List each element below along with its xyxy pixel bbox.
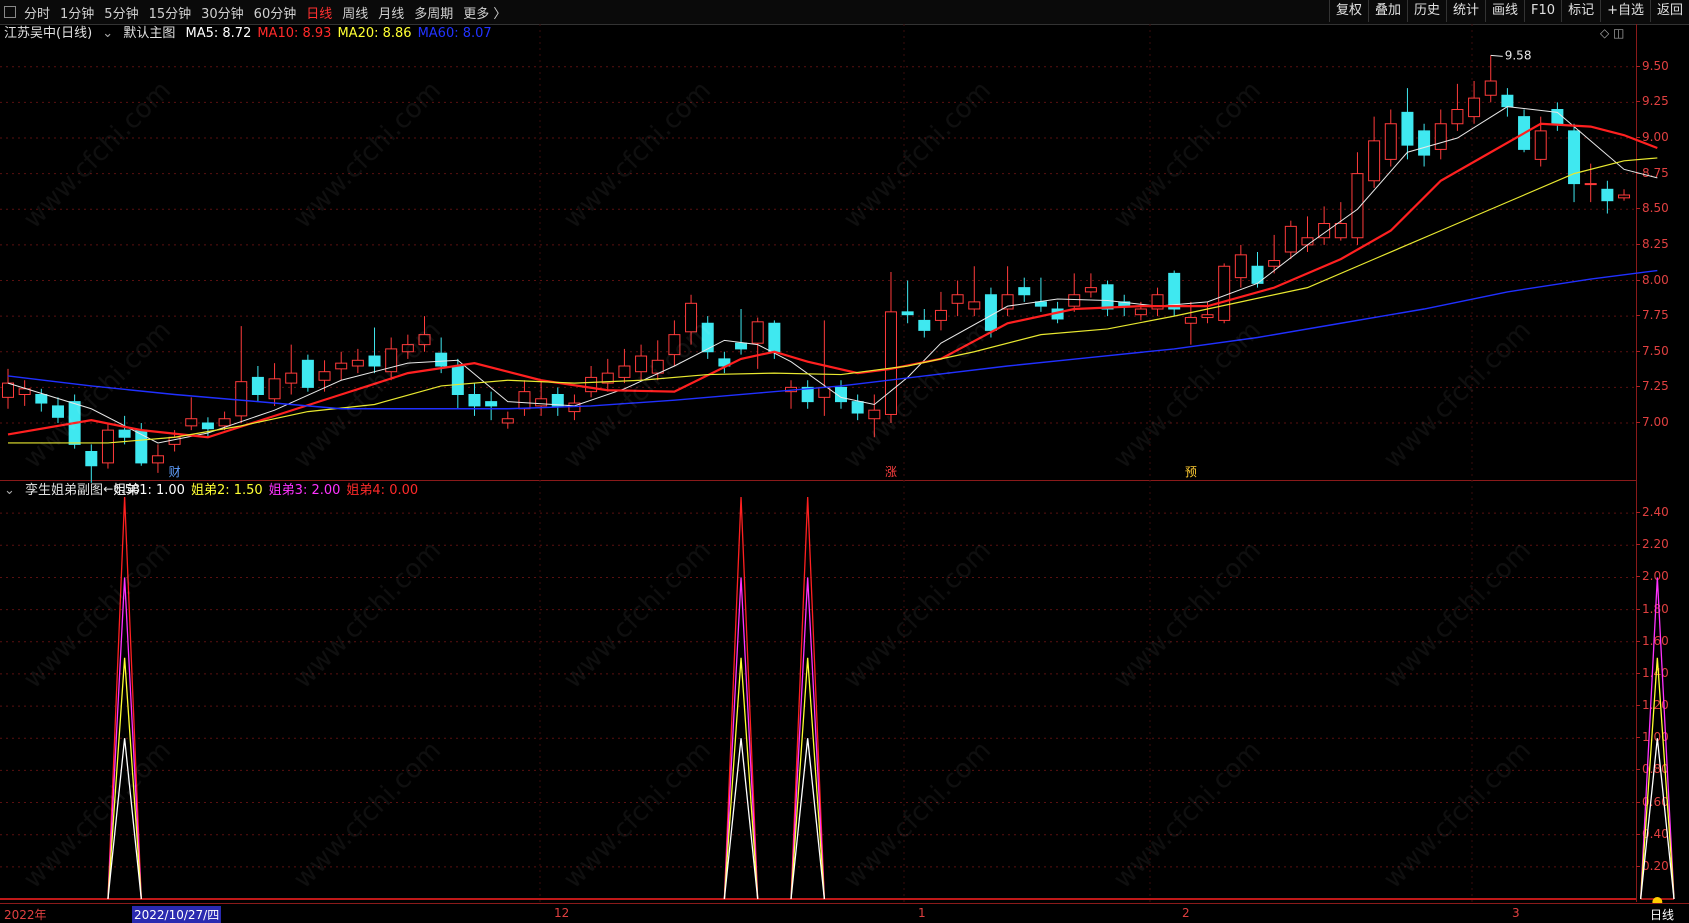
candle-body (635, 355, 648, 373)
pointer-arrow-icon (1490, 54, 1503, 57)
candle-body (368, 355, 381, 367)
candle-body (268, 378, 281, 400)
candle-body (1201, 314, 1214, 319)
candle-body (884, 311, 897, 415)
high-price-label: 9.58 (1505, 48, 1532, 62)
candle-body (518, 391, 531, 410)
candle-body (918, 319, 931, 331)
event-marker: 涨 (885, 464, 897, 479)
cursor-date-label: 2022/10/27/四 (132, 906, 222, 923)
candle-body (1601, 188, 1614, 202)
candle-body (1084, 287, 1097, 293)
candle-body (1101, 284, 1114, 310)
candle-body (968, 301, 981, 310)
candle-body (1268, 260, 1281, 267)
candle-body (1484, 80, 1497, 96)
candle-body (501, 418, 514, 424)
spike-line-jd4 (107, 497, 142, 900)
candle-body (668, 334, 681, 356)
candle-body (118, 429, 131, 438)
candle-body (1418, 130, 1431, 156)
candle-body (1468, 97, 1481, 118)
candle-body (435, 352, 448, 367)
ma-line-ma20 (8, 157, 1658, 444)
candle-body (685, 302, 698, 333)
date-axis: 2022年 2022/10/27/四 12 1 2 3 日线 (0, 903, 1689, 923)
candle-body (285, 372, 298, 384)
candle-body (901, 311, 914, 316)
candle-body (218, 418, 231, 427)
candle-body (1534, 130, 1547, 160)
date-label: 1 (918, 906, 926, 920)
candle-body (735, 342, 748, 350)
candle-body (1184, 317, 1197, 324)
spike-line-jd4 (790, 497, 825, 900)
candle-body (1168, 272, 1181, 310)
candle-body (934, 309, 947, 321)
candle-body (451, 365, 464, 395)
candle-body (751, 321, 764, 344)
candle-body (418, 334, 431, 346)
candle-body (535, 398, 548, 407)
event-marker: 预 (1185, 465, 1197, 479)
spike-line-jd2 (1640, 657, 1675, 900)
candle-body (318, 371, 331, 381)
candle-body (51, 405, 64, 418)
candle-body (468, 394, 481, 407)
candle-body (1334, 223, 1347, 239)
candle-body (101, 429, 114, 464)
date-label: 3 (1512, 906, 1520, 920)
candle-body (818, 386, 831, 398)
candle-body (401, 344, 414, 353)
low-price-label: ←6.58 (103, 482, 140, 496)
candle-body (1351, 173, 1364, 239)
candle-body (2, 382, 14, 398)
date-label: 2022年 (4, 908, 47, 922)
candle-body (851, 401, 864, 414)
candle-body (868, 409, 881, 420)
candle-body (135, 429, 148, 464)
candle-body (1301, 237, 1314, 246)
candle-body (1001, 294, 1014, 310)
candle-body (1284, 225, 1297, 253)
candle-body (1501, 94, 1514, 108)
candle-body (1401, 111, 1414, 146)
candle-body (618, 365, 631, 378)
candle-body (1234, 254, 1247, 279)
candle-body (651, 359, 664, 374)
candle-body (1368, 140, 1381, 182)
spike-line-jd4 (723, 497, 759, 900)
event-marker: 财 (169, 465, 181, 479)
candle-body (1068, 294, 1081, 307)
candle-body (485, 401, 498, 407)
candle-body (151, 455, 164, 464)
candle-body (235, 381, 248, 417)
candle-body (1134, 308, 1147, 316)
chart-canvas: 9.58 ←6.58 财 涨 预 (0, 24, 1675, 907)
candle-body (201, 422, 214, 430)
date-label: 12 (554, 906, 570, 920)
candle-body (1034, 301, 1047, 307)
candle-body (1618, 194, 1631, 199)
candle-body (1018, 287, 1031, 296)
candle-body (335, 362, 348, 370)
candle-body (1384, 123, 1397, 160)
date-label: 2 (1182, 906, 1190, 920)
candle-body (1584, 183, 1597, 186)
candle-body (35, 394, 48, 404)
candle-body (185, 418, 198, 427)
candle-body (251, 376, 264, 395)
candle-body (984, 294, 997, 331)
candle-body (768, 322, 781, 353)
candle-body (85, 451, 98, 467)
candle-body (951, 294, 964, 304)
candle-body (1434, 123, 1447, 150)
candle-body (351, 359, 364, 367)
candle-body (301, 359, 314, 388)
candle-body (585, 376, 598, 393)
candle-body (1451, 109, 1464, 125)
period-indicator[interactable]: 日线 (1650, 906, 1674, 923)
candle-body (1218, 265, 1231, 321)
